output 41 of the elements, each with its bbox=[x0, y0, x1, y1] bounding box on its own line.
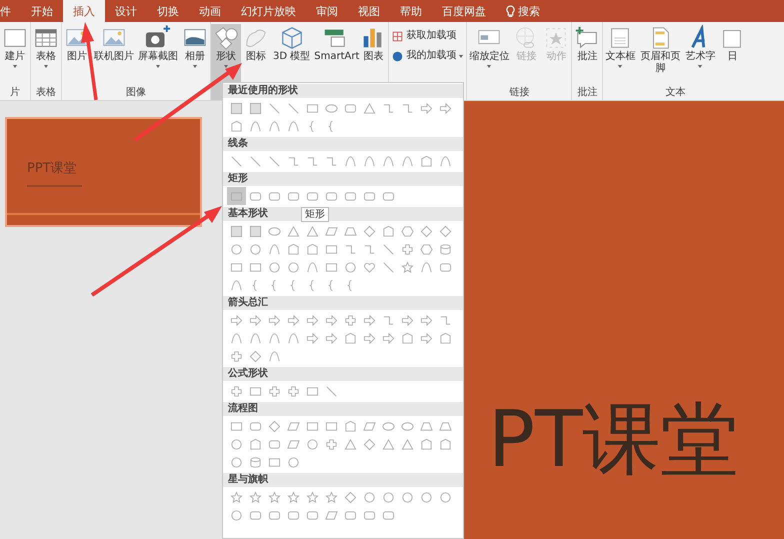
ribbon-button[interactable]: 联机图片 bbox=[92, 24, 136, 86]
ribbon-tab[interactable]: 幻灯片放映 bbox=[231, 0, 306, 22]
ribbon-tab[interactable]: 动画 bbox=[189, 0, 231, 22]
ribbon-tab[interactable]: 开始 bbox=[21, 0, 63, 22]
group-label: 图像 bbox=[125, 86, 147, 100]
tooltip: 矩形 bbox=[301, 207, 329, 222]
ribbon-tab[interactable]: 搜索 bbox=[496, 0, 550, 22]
ribbon-tab[interactable]: 帮助 bbox=[390, 0, 432, 22]
ribbon-tab[interactable]: 件 bbox=[0, 0, 21, 22]
section-header: 线条 bbox=[223, 137, 463, 151]
group-label: 表格 bbox=[35, 86, 57, 100]
thumbnail-title: PPT课堂 bbox=[27, 160, 77, 177]
ribbon-button[interactable]: 文本框 bbox=[603, 24, 638, 86]
ribbon-button[interactable]: 屏幕截图 bbox=[136, 24, 180, 86]
section-header: 公式形状 bbox=[223, 367, 463, 381]
group-label: 文本 bbox=[664, 86, 686, 100]
ribbon-tab[interactable]: 插入 bbox=[63, 0, 105, 22]
ribbon-button[interactable]: 批注 bbox=[572, 24, 602, 86]
ribbon-button[interactable]: 表格 bbox=[31, 24, 61, 86]
section-header: 最近使用的形状 bbox=[223, 84, 463, 98]
group-label: 链接 bbox=[508, 86, 530, 100]
ribbon-tab[interactable]: 审阅 bbox=[306, 0, 348, 22]
section-header: 箭头总汇 bbox=[223, 296, 463, 310]
ribbon-button[interactable]: 缩放定位 bbox=[467, 24, 512, 86]
section-header: 流程图 bbox=[223, 402, 463, 416]
ribbon-button[interactable]: 获取加载项 bbox=[392, 30, 464, 42]
ribbon-button[interactable]: 我的加载项 bbox=[392, 50, 464, 62]
ribbon-tab[interactable]: 设计 bbox=[105, 0, 147, 22]
ribbon-button[interactable]: 建片 bbox=[0, 24, 30, 86]
ribbon-button[interactable]: 页眉和页脚 bbox=[637, 24, 684, 86]
ribbon-tab[interactable]: 视图 bbox=[348, 0, 390, 22]
section-header: 星与旗帜 bbox=[223, 473, 463, 487]
group-label: 批注 bbox=[576, 86, 598, 100]
ribbon-button[interactable]: 日 bbox=[717, 24, 748, 86]
ribbon-button[interactable]: 艺术字 bbox=[683, 24, 718, 86]
group-label: 片 bbox=[9, 86, 21, 100]
ribbon-tab[interactable]: 切换 bbox=[147, 0, 189, 22]
slide-title: PT课堂 bbox=[488, 401, 739, 479]
ribbon-button[interactable]: 相册 bbox=[180, 24, 210, 86]
ribbon-tab[interactable]: 百度网盘 bbox=[432, 0, 496, 22]
section-header: 矩形 bbox=[223, 172, 463, 186]
